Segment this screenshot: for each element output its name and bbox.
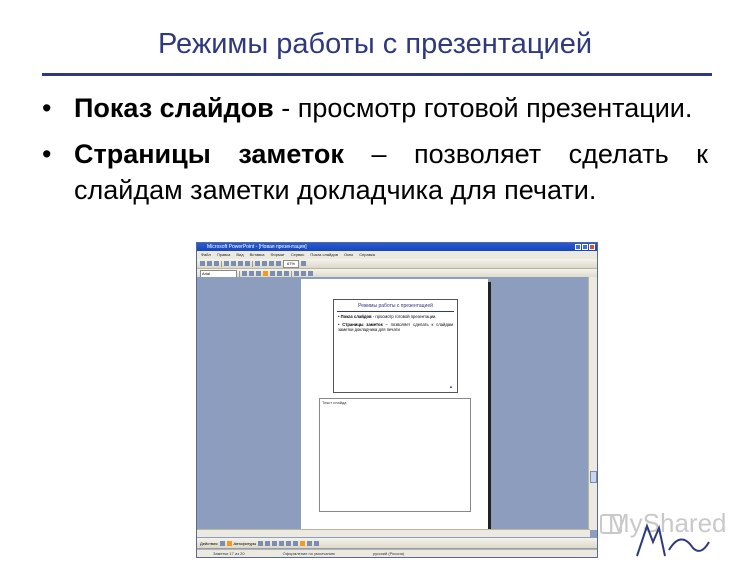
paste-icon[interactable] <box>245 261 250 266</box>
arrow-icon[interactable] <box>265 540 271 546</box>
minimize-icon[interactable] <box>575 244 581 250</box>
vertical-scrollbar[interactable] <box>588 277 597 530</box>
status-page: Заметки 17 из 20 <box>213 551 245 556</box>
align-center-icon[interactable] <box>277 271 282 276</box>
align-left-icon[interactable] <box>270 271 275 276</box>
slide-thumbnail[interactable]: Режимы работы с презентацией • Показ сла… <box>333 299 458 393</box>
redo-icon[interactable] <box>262 261 267 266</box>
bullet-item-notes-pages: • Страницы заметок – позволяет сделать к… <box>40 136 708 208</box>
undo-icon[interactable] <box>255 261 260 266</box>
menu-format[interactable]: Формат <box>270 251 284 259</box>
autoshapes-menu[interactable]: Автофигуры <box>234 541 257 546</box>
horizontal-scrollbar[interactable] <box>197 529 590 537</box>
design-icon[interactable] <box>308 271 313 276</box>
fill-color-icon[interactable] <box>300 540 306 546</box>
select-arrow-icon[interactable] <box>219 540 225 546</box>
font-color-icon[interactable] <box>314 540 320 546</box>
drawing-toolbar: Действия Автофигуры <box>197 538 597 548</box>
menu-tools[interactable]: Сервис <box>291 251 305 259</box>
toolbar-separator <box>221 260 222 267</box>
menu-insert[interactable]: Вставка <box>250 251 265 259</box>
italic-icon[interactable] <box>249 271 254 276</box>
menu-bar: Файл Правка Вид Вставка Формат Сервис По… <box>197 251 597 259</box>
menu-window[interactable]: Окно <box>344 251 353 259</box>
open-icon[interactable] <box>207 261 212 266</box>
help-icon[interactable] <box>301 261 306 266</box>
university-logo <box>636 523 710 557</box>
line-icon[interactable] <box>258 540 264 546</box>
standard-toolbar: 67% <box>197 259 597 269</box>
thumbnail-title: Режимы работы с презентацией <box>358 303 433 309</box>
powerpoint-screenshot: Microsoft PowerPoint - [Новая презентаци… <box>196 242 598 558</box>
scroll-thumb[interactable] <box>590 471 597 483</box>
draw-menu[interactable]: Действия <box>200 541 218 546</box>
notes-label: Текст слайда <box>322 400 347 405</box>
new-icon[interactable] <box>200 261 205 266</box>
shadow-icon[interactable] <box>263 271 268 276</box>
thumbnail-logo-icon: ▲ <box>449 384 453 389</box>
notes-placeholder[interactable]: Текст слайда <box>319 398 471 512</box>
window-controls <box>575 244 595 250</box>
status-design: Оформление по умолчанию <box>282 551 335 556</box>
thumbnail-divider <box>337 311 454 312</box>
menu-slideshow[interactable]: Показ слайдов <box>310 251 338 259</box>
title-divider <box>42 73 712 76</box>
bullet-term: Показ слайдов <box>74 93 274 123</box>
zoom-select[interactable]: 67% <box>283 259 299 268</box>
close-icon[interactable] <box>589 244 595 250</box>
thumbnail-bullet-term: Страницы заметок <box>342 321 383 327</box>
thumbnail-body: • Показ слайдов - просмотр готовой презе… <box>338 314 453 333</box>
cut-icon[interactable] <box>231 261 236 266</box>
bullet-list: • Показ слайдов - просмотр готовой презе… <box>40 90 708 218</box>
maximize-icon[interactable] <box>582 244 588 250</box>
menu-help[interactable]: Справка <box>359 251 375 259</box>
oval-icon[interactable] <box>279 540 285 546</box>
menu-edit[interactable]: Правка <box>217 251 231 259</box>
toolbar-separator <box>252 260 253 267</box>
bold-icon[interactable] <box>242 271 247 276</box>
toolbar-separator <box>239 270 240 277</box>
bullet-description: - просмотр готовой презентации. <box>273 93 693 123</box>
copy-icon[interactable] <box>238 261 243 266</box>
notes-page: Режимы работы с презентацией • Показ сла… <box>301 279 488 530</box>
window-title: Microsoft PowerPoint - [Новая презентаци… <box>207 244 307 250</box>
bullet-dot: • <box>42 93 52 123</box>
save-icon[interactable] <box>214 261 219 266</box>
menu-view[interactable]: Вид <box>236 251 243 259</box>
menu-file[interactable]: Файл <box>201 251 211 259</box>
bullets-icon[interactable] <box>294 271 299 276</box>
thumbnail-bullet-term: Показ слайдов <box>340 314 372 319</box>
slide-title: Режимы работы с презентацией <box>157 28 593 60</box>
app-titlebar: Microsoft PowerPoint - [Новая презентаци… <box>197 243 597 251</box>
underline-icon[interactable] <box>256 271 261 276</box>
status-bar: Заметки 17 из 20 Оформление по умолчанию… <box>197 549 597 557</box>
table-icon[interactable] <box>276 261 281 266</box>
textbox-icon[interactable] <box>286 540 292 546</box>
line-color-icon[interactable] <box>307 540 313 546</box>
thumbnail-bullet-text: - просмотр готовой презентации. <box>371 314 437 319</box>
font-color-icon[interactable] <box>301 271 306 276</box>
chart-icon[interactable] <box>269 261 274 266</box>
bullet-dot: • <box>42 139 52 169</box>
rectangle-icon[interactable] <box>272 540 278 546</box>
bullet-term: Страницы заметок <box>74 139 344 169</box>
status-language: русский (Россия) <box>372 551 405 556</box>
bullet-item-slideshow: • Показ слайдов - просмотр готовой презе… <box>40 90 708 126</box>
toolbar-separator <box>291 270 292 277</box>
print-icon[interactable] <box>224 261 229 266</box>
autoshapes-icon[interactable] <box>226 540 232 546</box>
align-right-icon[interactable] <box>284 271 289 276</box>
wordart-icon[interactable] <box>293 540 299 546</box>
